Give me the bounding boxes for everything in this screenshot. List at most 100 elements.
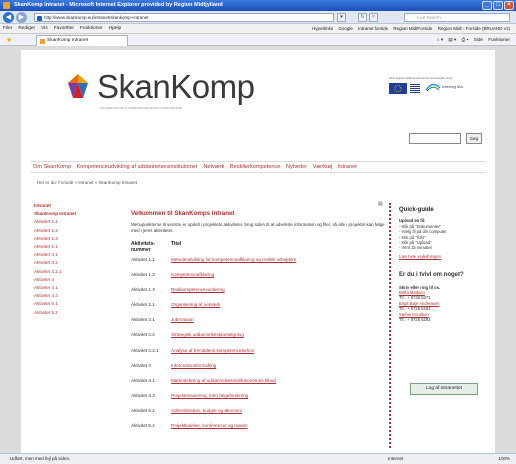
nav-bestillerkompetence[interactable]: Bestillerkompetence	[228, 164, 282, 170]
sidebar-item-aktivitet-1-3[interactable]: Aktivitet 1.3	[34, 235, 114, 243]
zoom-level[interactable]: 100%	[498, 454, 510, 464]
print-page-icon[interactable]: ▤	[378, 201, 383, 207]
table-row: Aktivitet 3.2 Strategisk uddannelsesplanl…	[131, 332, 386, 347]
address-toolbar: ◀ ▶ http://www.skankomp.eu/intranet/skan…	[0, 11, 516, 24]
nav-om-skankomp[interactable]: Om SkanKomp	[31, 164, 73, 170]
favorites-star-icon[interactable]: ★	[6, 36, 12, 44]
activity-link[interactable]: Projektevaluering, intro følgeforskning	[171, 393, 248, 408]
link-region-midt[interactable]: Region MidtForside	[391, 24, 434, 34]
nav-vaerktoej[interactable]: Værktøj	[311, 164, 335, 170]
minimize-button[interactable]: _	[482, 1, 492, 10]
nav-kompetenceudvikling[interactable]: Kompetenceudvikling af uddannelsesinstit…	[75, 164, 200, 170]
activity-number: Aktivitet 4.1	[131, 377, 155, 383]
upload-step: - Vent 15 minutter	[399, 245, 433, 251]
activity-number: Aktivitet 3.2	[131, 332, 155, 338]
activity-link[interactable]: Markedsføring af uddannelsesinstitutione…	[171, 378, 276, 393]
page-menu[interactable]: Side	[472, 37, 485, 42]
table-row: Aktivitet 2.1 Organisering af netværk	[131, 302, 386, 317]
window-titlebar: SkanKomp Intranet - Microsoft Internet E…	[0, 0, 516, 11]
print-icon[interactable]: ⎙ ▾	[460, 37, 471, 42]
feeds-icon[interactable]: ▤ ▾	[446, 37, 458, 42]
site-search-input[interactable]	[409, 133, 461, 144]
address-input[interactable]: http://www.skankomp.eu/intranet/skankomp…	[34, 13, 334, 22]
tab-skankomp[interactable]: SkanKomp Intranet	[36, 35, 128, 46]
sidebar-item-aktivitet-4-1[interactable]: Aktivitet 4.1	[34, 284, 114, 292]
site-logo-text[interactable]: SkanKomp	[97, 68, 255, 106]
activity-link[interactable]: Metodeudvikling for kompetenceafklaring …	[171, 257, 296, 272]
activity-link[interactable]: Informationsformidling	[171, 363, 216, 378]
column-header-title: Titel	[171, 241, 182, 247]
link-google[interactable]: Google	[336, 24, 355, 34]
table-header: Aktivitets-nummer Titel	[131, 241, 386, 253]
nav-intranet[interactable]: Intranet	[336, 164, 359, 170]
tools-menu[interactable]: Funktioner	[486, 37, 512, 42]
guide-link[interactable]: Læs hele vejledningen	[399, 254, 489, 259]
sidebar-item-aktivitet-3-2-1[interactable]: Aktivitet 3.2.1	[34, 268, 114, 276]
activity-link[interactable]: Strategisk uddannelsesplanlægning	[171, 332, 244, 347]
help-question-title: Er du i tvivl om noget?	[399, 272, 464, 279]
contact-phone: Tlf.: + 8728 5284	[399, 317, 431, 323]
eu-lines-icon	[410, 84, 420, 93]
live-search-input[interactable]: Live Search	[404, 13, 510, 22]
menu-file[interactable]: Filer	[0, 24, 15, 34]
activity-link[interactable]: Administration, budget og økonomi	[171, 408, 242, 423]
sidebar-item-aktivitet-2-1[interactable]: Aktivitet 2.1	[34, 243, 114, 251]
activity-number: Aktivitet 4	[131, 362, 151, 368]
sidebar-menu: Intranet SkanKomp Intranet Aktivitet 1.1…	[34, 202, 114, 317]
sidebar-item-aktivitet-4[interactable]: Aktivitet 4	[34, 276, 114, 284]
activity-link[interactable]: Analyse af fremtidens kompetencebehov	[171, 348, 254, 363]
table-row: Aktivitet 4.3 Projektevaluering, intro fø…	[131, 393, 386, 408]
table-row: Aktivitet 1.3 Realkompetencevurdering	[131, 287, 386, 302]
close-button[interactable]: ×	[504, 1, 514, 10]
table-row: Aktivitet 4.1 Markedsføring af uddannelse…	[131, 378, 386, 393]
maximize-button[interactable]: □	[493, 1, 503, 10]
activity-link[interactable]: Kompetenceafklaring	[171, 272, 214, 287]
table-row: Aktivitet 1.1 Metodeudvikling for kompete…	[131, 257, 386, 272]
forward-button[interactable]: ▶	[16, 12, 27, 23]
logout-button[interactable]: Log af intranettet	[410, 383, 478, 395]
refresh-icon[interactable]: ↻	[358, 13, 367, 22]
activity-number: Aktivitet 4.3	[131, 392, 155, 398]
menu-tools[interactable]: Funktioner	[77, 24, 106, 34]
activity-number: Aktivitet 1.3	[131, 287, 155, 293]
sidebar-item-aktivitet-5-1[interactable]: Aktivitet 5.1	[34, 300, 114, 308]
activity-link[interactable]: Realkompetencevurdering	[171, 287, 225, 302]
menu-edit[interactable]: Rediger	[15, 24, 38, 34]
interreg-logo: Interreg IIIA	[425, 82, 485, 92]
sidebar-item-skankomp-intranet[interactable]: SkanKomp Intranet	[34, 210, 114, 218]
sidebar-item-aktivitet-1-2[interactable]: Aktivitet 1.2	[34, 227, 114, 235]
link-intranet-forside[interactable]: Intranet forside	[356, 24, 390, 34]
quick-guide-title: Quick-guide	[399, 207, 434, 213]
activity-link[interactable]: Organisering af netværk	[171, 302, 220, 317]
back-button[interactable]: ◀	[3, 12, 14, 23]
dropdown-arrow-icon[interactable]: ▾	[337, 13, 346, 22]
stop-icon[interactable]: ×	[369, 13, 378, 22]
sidebar-item-intranet[interactable]: Intranet	[34, 202, 114, 210]
eu-flag-icon	[389, 83, 407, 94]
site-search-button[interactable]: Søg	[466, 133, 482, 144]
sidebar-item-aktivitet-4-3[interactable]: Aktivitet 4.3	[34, 292, 114, 300]
home-icon[interactable]: ⌂ ▾	[435, 37, 445, 42]
activity-number: Aktivitet 3.2.1	[131, 347, 159, 353]
link-region-midt-bruand[interactable]: Region Midt - Forside (BRUAND v1)	[436, 24, 512, 34]
status-bar: Udført, men med fejl på siden. Internet …	[0, 453, 516, 464]
menu-help[interactable]: Hjælp	[106, 24, 125, 34]
table-row: Aktivitet 3.1 Jobrotation	[131, 317, 386, 332]
menu-favorites[interactable]: Favoritter	[51, 24, 77, 34]
activity-number: Aktivitet 5.1	[131, 407, 155, 413]
sidebar-item-aktivitet-5-2[interactable]: Aktivitet 5.2	[34, 309, 114, 317]
sidebar-item-aktivitet-3-1[interactable]: Aktivitet 3.1	[34, 251, 114, 259]
activity-link[interactable]: Jobrotation	[171, 317, 194, 332]
sidebar-item-aktivitet-3-2[interactable]: Aktivitet 3.2	[34, 259, 114, 267]
table-row: Aktivitet 4 Informationsformidling	[131, 363, 386, 378]
menu-view[interactable]: Vis	[38, 24, 51, 34]
status-text: Udført, men med fejl på siden.	[10, 456, 71, 461]
web-page: SkanKomp SKANDINAVISK KOMPETENCEUDVIKLIN…	[21, 50, 495, 453]
activity-link[interactable]: Projektledelse, konferencer og møder	[171, 423, 248, 438]
sidebar-item-aktivitet-1-1[interactable]: Aktivitet 1.1	[34, 218, 114, 226]
site-main-nav: Om SkanKomp Kompetenceudvikling af uddan…	[31, 161, 486, 173]
nav-nyheder[interactable]: Nyheder	[284, 164, 309, 170]
nav-netvaerk[interactable]: Netværk	[201, 164, 226, 170]
intro-text: Menupunkterne til venstre er opdelt i pr…	[131, 222, 385, 233]
table-row: Aktivitet 1.2 Kompetenceafklaring	[131, 272, 386, 287]
